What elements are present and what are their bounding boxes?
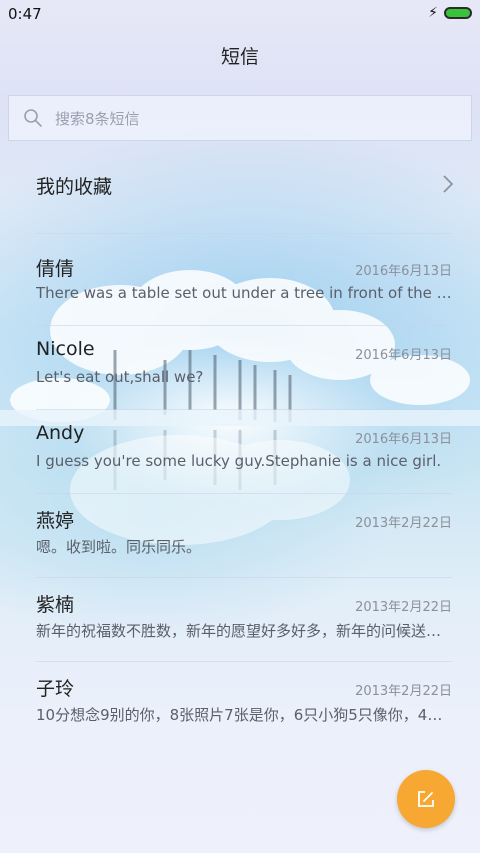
contact-name: 子玲 (36, 678, 75, 700)
contact-name: 燕婷 (36, 510, 75, 532)
search-input[interactable]: 搜索8条短信 (55, 108, 140, 129)
conversation-row[interactable]: 紫楠 2013年2月22日 新年的祝福数不胜数，新年的愿望好多好多，新年的问候送… (0, 578, 480, 662)
page-title: 短信 (220, 46, 259, 68)
message-date: 2013年2月22日 (355, 516, 452, 531)
charging-bolt-icon: ⚡ (428, 5, 438, 21)
message-preview: 新年的祝福数不胜数，新年的愿望好多好多，新年的问候送给你 (36, 622, 452, 640)
conversation-row[interactable]: Andy 2016年6月13日 I guess you're some luck… (0, 410, 480, 494)
message-date: 2016年6月13日 (355, 348, 452, 363)
status-bar: 0:47 ⚡ (0, 0, 480, 28)
message-preview: Let's eat out,shall we? (36, 368, 204, 386)
message-preview: 10分想念9别的你，8张照片7张是你，6只小狗5只像你，4季想你 (36, 706, 452, 724)
favorites-row[interactable]: 我的收藏 (0, 150, 480, 234)
compose-icon (418, 791, 434, 807)
message-date: 2013年2月22日 (355, 600, 452, 615)
contact-name: 紫楠 (36, 594, 75, 616)
divider (36, 233, 452, 234)
conversation-row[interactable]: 子玲 2013年2月22日 10分想念9别的你，8张照片7张是你，6只小狗5只像… (0, 662, 480, 746)
message-date: 2016年6月13日 (355, 264, 452, 279)
message-preview: I guess you're some lucky guy.Stephanie … (36, 452, 442, 470)
search-icon (24, 109, 42, 127)
contact-name: 倩倩 (36, 258, 75, 280)
chevron-right-icon (443, 175, 454, 193)
status-icons: ⚡ (428, 6, 472, 20)
status-time: 0:47 (8, 5, 42, 23)
contact-name: Andy (36, 422, 85, 444)
message-preview: There was a table set out under a tree i… (36, 284, 452, 302)
battery-icon (444, 7, 472, 19)
contact-name: Nicole (36, 338, 95, 360)
compose-button[interactable] (397, 770, 455, 828)
conversation-row[interactable]: Nicole 2016年6月13日 Let's eat out,shall we… (0, 326, 480, 410)
message-preview: 嗯。收到啦。同乐同乐。 (36, 538, 202, 556)
conversation-row[interactable]: 倩倩 2016年6月13日 There was a table set out … (0, 242, 480, 326)
message-date: 2013年2月22日 (355, 684, 452, 699)
search-bar[interactable]: 搜索8条短信 (8, 95, 472, 141)
conversation-row[interactable]: 燕婷 2013年2月22日 嗯。收到啦。同乐同乐。 (0, 494, 480, 578)
message-date: 2016年6月13日 (355, 432, 452, 447)
favorites-label: 我的收藏 (36, 176, 113, 198)
